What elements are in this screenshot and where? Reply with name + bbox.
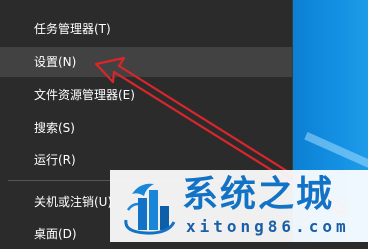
menu-item-settings[interactable]: 设置(N)	[0, 47, 292, 77]
watermark-domain: xitong86.com	[186, 217, 350, 236]
watermark-title: 系统之城	[182, 174, 335, 215]
site-watermark: 系统之城 xitong86.com	[110, 170, 368, 242]
menu-item-task-manager[interactable]: 任务管理器(T)	[0, 14, 292, 44]
menu-item-search[interactable]: 搜索(S)	[0, 113, 292, 143]
watermark-logo-icon	[124, 183, 176, 235]
menu-item-file-explorer[interactable]: 文件资源管理器(E)	[0, 80, 292, 110]
